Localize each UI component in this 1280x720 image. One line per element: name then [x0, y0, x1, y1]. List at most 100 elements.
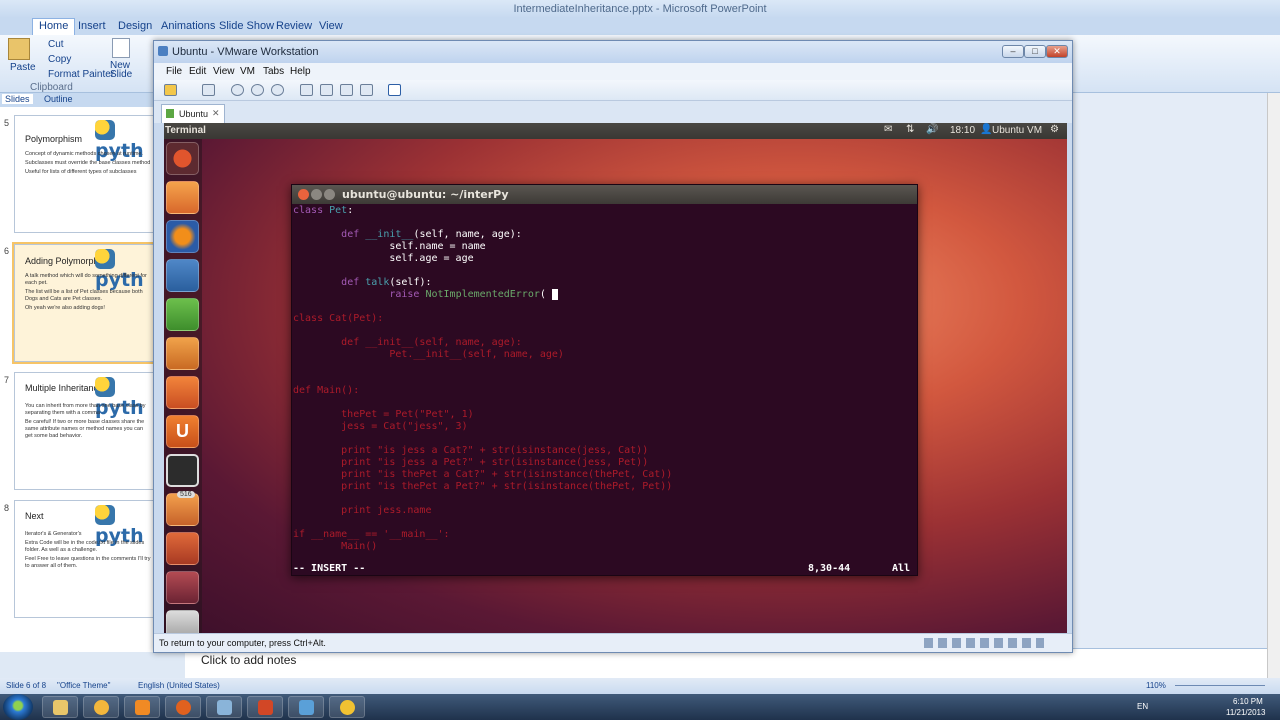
clock-time[interactable]: 6:10 PM [1233, 697, 1263, 706]
new-slide-button[interactable]: New Slide [110, 61, 134, 80]
revert-snapshot-icon[interactable] [251, 84, 264, 96]
code-line[interactable]: def __init__(self, name, age): [293, 229, 522, 241]
send-ctrl-alt-del-icon[interactable] [202, 84, 215, 96]
paste-button[interactable]: Paste [10, 62, 36, 73]
workspace-switcher-icon[interactable] [166, 571, 199, 604]
slide-thumbnail[interactable]: Next pyth Iterator's & Generator's Extra … [14, 500, 154, 618]
panel-clock[interactable]: 18:10 [950, 125, 975, 136]
powerpoint-taskbar-button[interactable] [247, 696, 283, 718]
code-line[interactable]: def Main(): [293, 385, 359, 397]
terminal-icon[interactable] [166, 454, 199, 487]
tab-review[interactable]: Review [276, 20, 312, 32]
power-icon[interactable] [164, 84, 177, 96]
firefox-taskbar-button[interactable] [165, 696, 201, 718]
console-view-icon[interactable] [320, 84, 333, 96]
format-painter-button[interactable]: Format Painter [48, 69, 114, 80]
code-line[interactable]: jess = Cat("jess", 3) [293, 421, 467, 433]
new-slide-icon[interactable] [112, 38, 130, 58]
code-line[interactable]: thePet = Pet("Pet", 1) [293, 409, 473, 421]
software-center-icon[interactable] [166, 376, 199, 409]
code-line[interactable]: self.age = age [293, 253, 473, 265]
code-line[interactable]: def talk(self): [293, 277, 431, 289]
tab-close-icon[interactable]: ✕ [212, 108, 220, 119]
device-status-icons[interactable] [924, 638, 1044, 648]
calc-icon[interactable] [166, 298, 199, 331]
clock-date[interactable]: 11/21/2013 [1226, 708, 1265, 717]
terminal-close-button[interactable] [298, 189, 309, 200]
gear-icon[interactable]: ⚙ [1050, 124, 1059, 135]
code-line[interactable]: class Pet: [293, 205, 353, 217]
menu-tabs[interactable]: Tabs [263, 66, 284, 77]
vmware-titlebar[interactable]: Ubuntu - VMware Workstation – □ ✕ [154, 41, 1072, 63]
code-line[interactable]: print "is thePet a Pet?" + str(isinstanc… [293, 481, 672, 493]
terminal-titlebar[interactable]: ubuntu@ubuntu: ~/interPy [292, 185, 917, 204]
code-line[interactable]: raise NotImplementedError( [293, 289, 558, 301]
volume-icon[interactable]: 🔊 [926, 124, 938, 135]
vertical-scrollbar[interactable] [1267, 93, 1280, 678]
terminal-window[interactable]: ubuntu@ubuntu: ~/interPy class Pet: def … [291, 184, 918, 576]
snapshot-manager-icon[interactable] [271, 84, 284, 96]
zoom-level[interactable]: 110% [1146, 681, 1166, 690]
vim-editor[interactable]: class Pet: def __init__(self, name, age)… [293, 205, 916, 575]
maximize-button[interactable]: □ [1024, 45, 1046, 58]
notes-placeholder[interactable]: Click to add notes [201, 653, 296, 667]
menu-edit[interactable]: Edit [189, 66, 206, 77]
ubuntu-desktop[interactable]: Terminal ✉ ⇅ 🔊 18:10 👤 Ubuntu VM ⚙ U 516 [164, 123, 1067, 633]
media-player-taskbar-button[interactable] [124, 696, 160, 718]
tab-slide-show[interactable]: Slide Show [219, 20, 274, 32]
firefox-icon[interactable] [166, 220, 199, 253]
tab-insert[interactable]: Insert [78, 20, 106, 32]
code-line[interactable]: if __name__ == '__main__': [293, 529, 450, 541]
terminal-minimize-button[interactable] [311, 189, 322, 200]
network-icon[interactable]: ⇅ [906, 124, 914, 135]
copy-button[interactable]: Copy [48, 54, 71, 65]
panel-user[interactable]: Ubuntu VM [992, 125, 1042, 136]
tab-animations[interactable]: Animations [161, 20, 215, 32]
tab-view[interactable]: View [319, 20, 343, 32]
code-line[interactable]: Main() [293, 541, 377, 553]
vmware-taskbar-button[interactable] [288, 696, 324, 718]
code-line[interactable]: print "is jess a Pet?" + str(isinstance(… [293, 457, 648, 469]
system-settings-icon[interactable] [166, 532, 199, 565]
update-manager-icon[interactable]: 516 [166, 491, 199, 526]
menu-help[interactable]: Help [290, 66, 311, 77]
mail-icon[interactable]: ✉ [884, 124, 892, 135]
tab-design[interactable]: Design [118, 20, 152, 32]
start-button[interactable] [3, 694, 33, 720]
code-line[interactable]: print jess.name [293, 505, 431, 517]
messenger-taskbar-button[interactable] [83, 696, 119, 718]
tab-outline[interactable]: Outline [44, 94, 73, 104]
ubuntu-one-icon[interactable]: U [166, 415, 199, 448]
code-line[interactable]: print "is thePet a Cat?" + str(isinstanc… [293, 469, 672, 481]
zoom-slider[interactable] [1175, 685, 1265, 686]
sidebar-view-icon[interactable] [300, 84, 313, 96]
slide-thumbnail-selected[interactable]: Adding Polymorphism pyth A talk method w… [12, 242, 156, 364]
tab-slides[interactable]: Slides [2, 94, 33, 104]
slide-thumbnail[interactable]: Polymorphism pyth Concept of dynamic met… [14, 115, 154, 233]
full-screen-icon[interactable] [340, 84, 353, 96]
explorer-taskbar-button[interactable] [42, 696, 78, 718]
close-button[interactable]: ✕ [1046, 45, 1068, 58]
code-line[interactable]: print "is jess a Cat?" + str(isinstance(… [293, 445, 648, 457]
dvd-icon[interactable] [166, 610, 199, 633]
code-line[interactable]: def __init__(self, name, age): [293, 337, 522, 349]
writer-icon[interactable] [166, 259, 199, 292]
user-icon[interactable]: 👤 [980, 124, 992, 135]
slide-thumbnail[interactable]: Multiple Inheritance pyth You can inheri… [14, 372, 154, 490]
tab-home[interactable]: Home [32, 18, 76, 35]
unity-icon[interactable] [360, 84, 373, 96]
snapshot-icon[interactable] [231, 84, 244, 96]
thumbnail-view-icon[interactable] [388, 84, 401, 96]
minimize-button[interactable]: – [1002, 45, 1024, 58]
files-icon[interactable] [166, 181, 199, 214]
cut-button[interactable]: Cut [48, 39, 64, 50]
code-line[interactable]: class Cat(Pet): [293, 313, 383, 325]
input-language[interactable]: EN [1137, 702, 1148, 711]
tab-ubuntu[interactable]: Ubuntu ✕ [161, 104, 225, 123]
code-line[interactable]: Pet.__init__(self, name, age) [293, 349, 564, 361]
menu-file[interactable]: File [166, 66, 182, 77]
dash-icon[interactable] [166, 142, 199, 175]
impress-icon[interactable] [166, 337, 199, 370]
code-line[interactable]: self.name = name [293, 241, 485, 253]
menu-vm[interactable]: VM [240, 66, 255, 77]
